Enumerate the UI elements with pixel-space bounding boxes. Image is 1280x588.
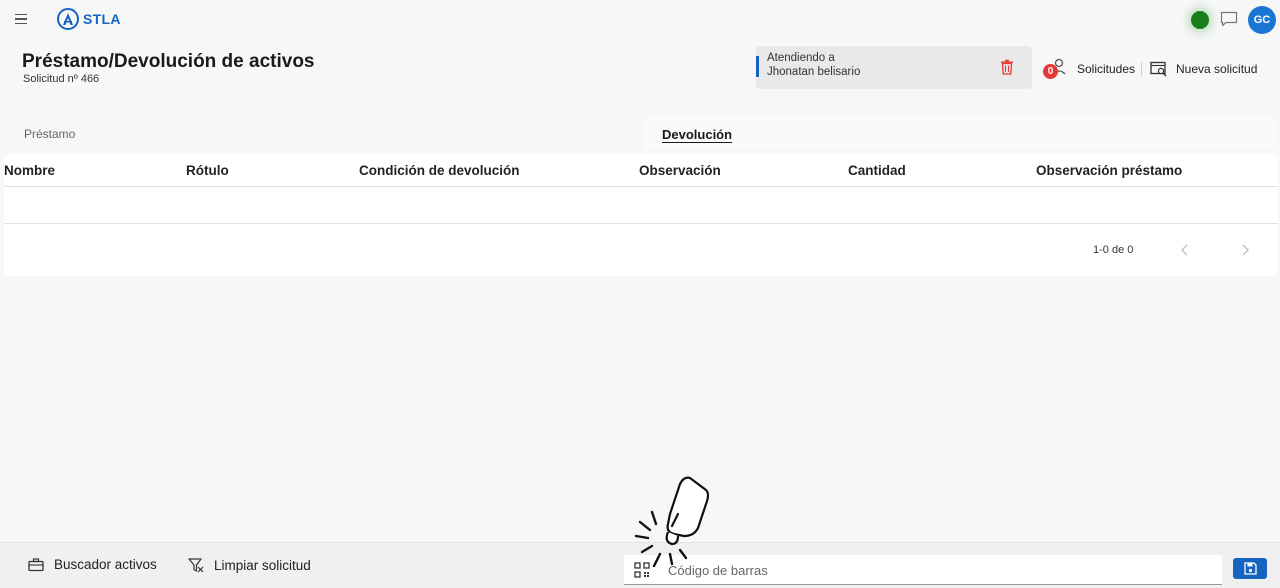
trash-icon[interactable] <box>1000 59 1014 75</box>
returns-table: Nombre Rótulo Condición de devolución Ob… <box>4 154 1278 276</box>
barcode-input[interactable] <box>668 559 1208 581</box>
logo-mark-icon <box>57 8 79 30</box>
app-logo[interactable]: STLA <box>57 8 121 30</box>
column-header-condicion[interactable]: Condición de devolución <box>359 163 520 178</box>
requests-icon: 0 <box>1043 58 1067 80</box>
requests-count-badge: 0 <box>1043 64 1058 79</box>
tap-gesture-icon <box>634 476 710 568</box>
new-request-label: Nueva solicitud <box>1176 62 1258 76</box>
attending-label: Atendiendo a <box>767 52 835 64</box>
requests-button[interactable]: 0 Solicitudes <box>1043 58 1135 80</box>
clear-request-button[interactable]: Limpiar solicitud <box>188 557 311 573</box>
app-brand: STLA <box>83 11 121 27</box>
attending-user-name: Jhonatan belisario <box>767 66 861 78</box>
column-header-observacion[interactable]: Observación <box>639 163 721 178</box>
user-avatar[interactable]: GC <box>1248 6 1276 34</box>
new-request-button[interactable]: Nueva solicitud <box>1150 58 1257 80</box>
attending-card: Atendiendo a Jhonatan belisario <box>756 46 1032 89</box>
request-number: Solicitud nº 466 <box>23 73 100 85</box>
requests-label: Solicitudes <box>1077 62 1136 76</box>
top-app-bar: STLA GC <box>0 0 1280 40</box>
search-assets-label: Buscador activos <box>54 557 157 572</box>
briefcase-icon <box>28 557 44 571</box>
page-title: Préstamo/Devolución de activos <box>22 51 315 72</box>
tab-devolucion-label: Devolución <box>662 126 733 142</box>
online-status-icon <box>1191 11 1209 29</box>
save-icon <box>1243 562 1257 575</box>
tab-prestamo-label: Préstamo <box>24 127 76 141</box>
column-header-observacion-prestamo[interactable]: Observación préstamo <box>1036 163 1182 178</box>
new-request-icon <box>1150 61 1167 77</box>
column-header-nombre[interactable]: Nombre <box>4 163 55 178</box>
tab-devolucion[interactable]: Devolución <box>644 118 1278 150</box>
tab-prestamo[interactable]: Préstamo <box>0 118 644 150</box>
column-header-rotulo[interactable]: Rótulo <box>186 163 229 178</box>
table-empty-row <box>4 187 1278 224</box>
previous-page-icon[interactable] <box>1177 242 1193 258</box>
attending-accent-bar <box>756 56 759 77</box>
chat-icon[interactable] <box>1220 11 1238 27</box>
next-page-icon[interactable] <box>1237 242 1253 258</box>
table-header: Nombre Rótulo Condición de devolución Ob… <box>4 154 1278 187</box>
column-header-cantidad[interactable]: Cantidad <box>848 163 906 178</box>
save-button[interactable] <box>1233 558 1267 579</box>
filter-off-icon <box>188 558 204 573</box>
menu-icon[interactable] <box>12 10 32 28</box>
search-assets-button[interactable]: Buscador activos <box>28 557 157 572</box>
action-divider <box>1141 62 1142 76</box>
pagination-range: 1-0 de 0 <box>1093 244 1134 256</box>
clear-request-label: Limpiar solicitud <box>214 557 311 573</box>
